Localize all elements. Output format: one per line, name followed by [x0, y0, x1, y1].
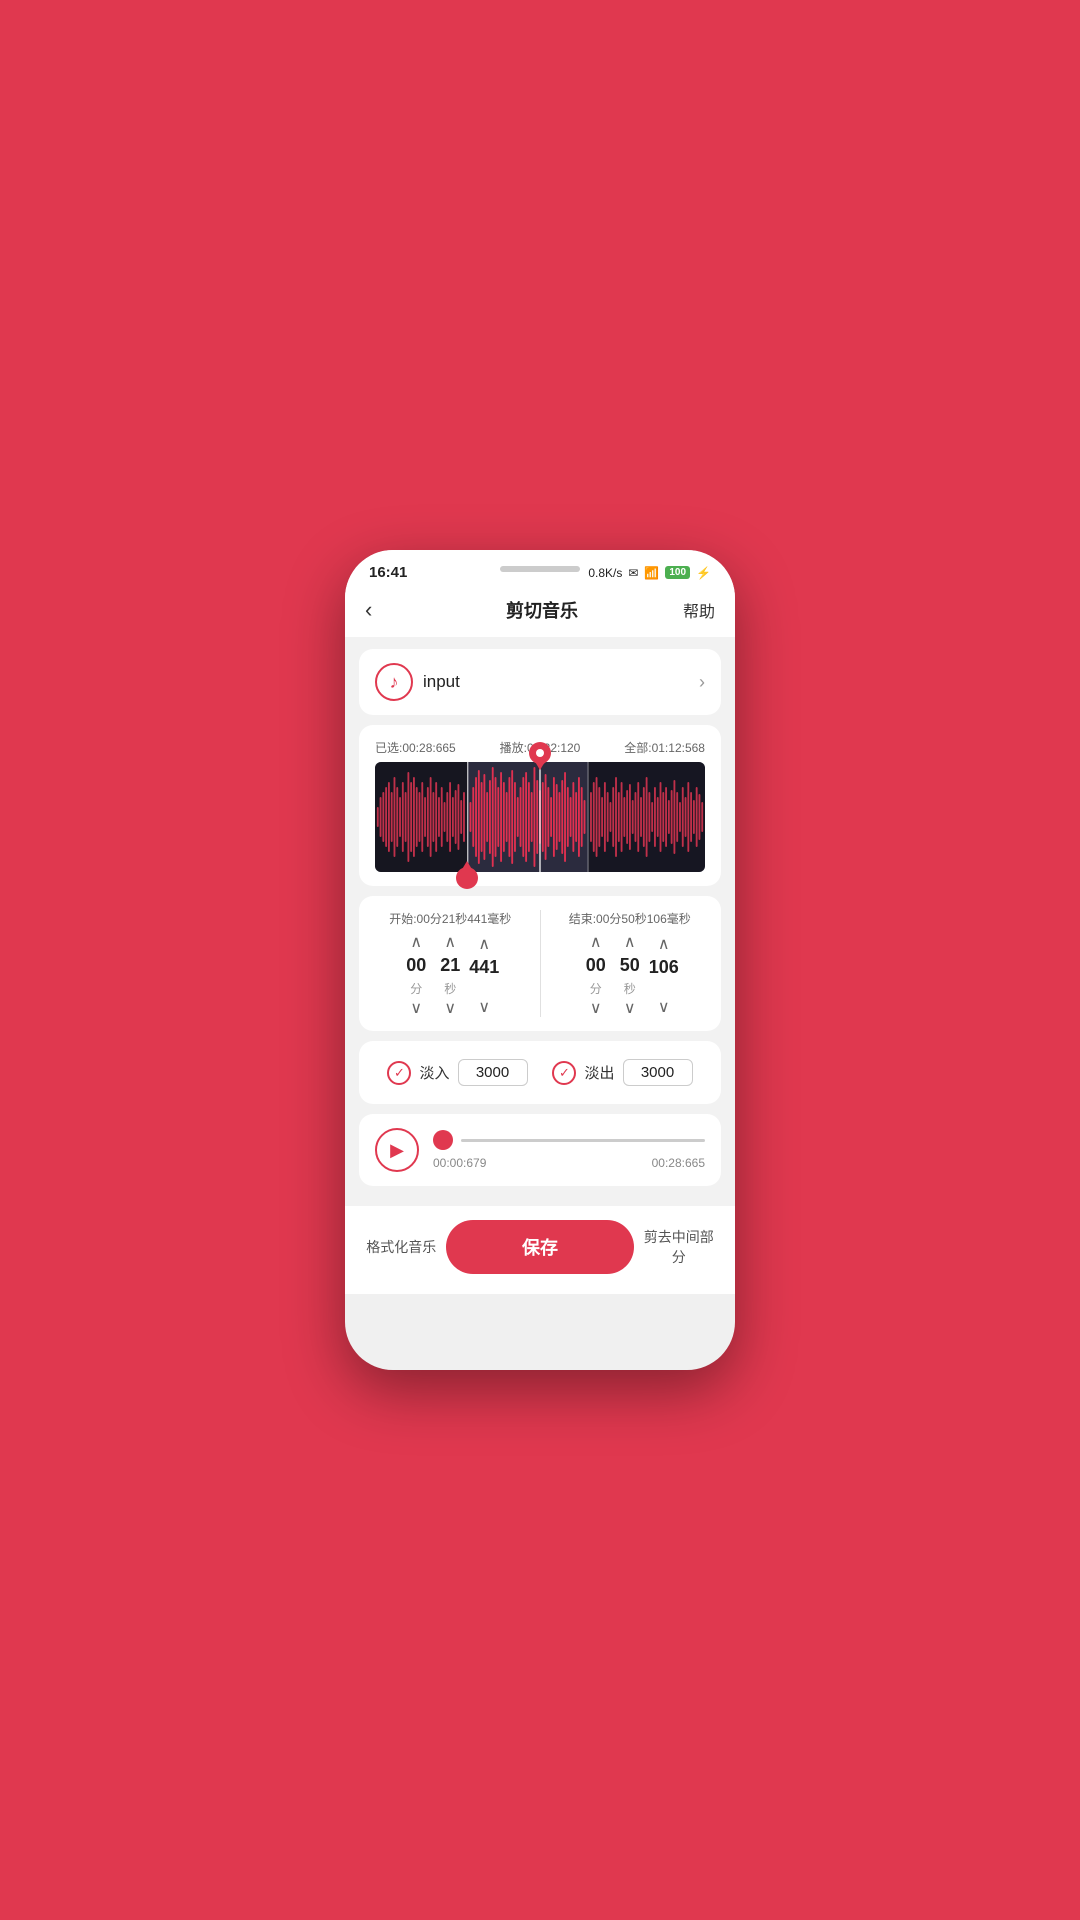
- status-time: 16:41: [369, 564, 407, 581]
- help-button[interactable]: 帮助: [683, 598, 715, 622]
- phone-shell: 16:41 0.8K/s ✉ 📶 100 ⚡ ‹ 剪切音乐 帮助 ♪ input…: [345, 550, 735, 1370]
- fade-in-input[interactable]: [458, 1059, 528, 1086]
- end-ms-label: [662, 982, 665, 996]
- start-time-controls: ∧ 00 分 ∨ ∧ 21 秒 ∨ ∧ 44: [375, 935, 526, 1017]
- file-name: input: [423, 672, 460, 692]
- end-time-section: 结束:00分50秒106毫秒 ∧ 00 分 ∨ ∧ 50 秒 ∨: [555, 910, 706, 1017]
- file-left: ♪ input: [375, 663, 460, 701]
- music-icon: ♪: [375, 663, 413, 701]
- fade-out-check[interactable]: ✓: [552, 1061, 576, 1085]
- end-sec-value: 50: [615, 955, 645, 976]
- time-divider: [540, 910, 541, 1017]
- waveform-svg: [375, 762, 705, 872]
- end-min-label: 分: [590, 980, 602, 997]
- start-sec-value: 21: [435, 955, 465, 976]
- fade-card: ✓ 淡入 ✓ 淡出: [359, 1041, 721, 1104]
- fade-in-item: ✓ 淡入: [387, 1059, 527, 1086]
- end-ms-col: ∧ 106 ∨: [649, 937, 679, 1016]
- end-min-down[interactable]: ∨: [590, 1001, 602, 1017]
- start-sec-down[interactable]: ∨: [444, 1001, 456, 1017]
- end-sec-label: 秒: [624, 980, 636, 997]
- start-ms-up[interactable]: ∧: [478, 937, 490, 953]
- start-sec-col: ∧ 21 秒 ∨: [435, 935, 465, 1017]
- waveform-card: 已选:00:28:665 播放:00:22:120 全部:01:12:568: [359, 725, 721, 886]
- play-icon: ▶: [390, 1140, 404, 1161]
- waveform-container[interactable]: [375, 762, 705, 872]
- end-time-label: 结束:00分50秒106毫秒: [555, 910, 706, 927]
- end-sec-up[interactable]: ∧: [624, 935, 636, 951]
- trim-middle-button[interactable]: 剪去中间部分: [642, 1227, 715, 1267]
- file-row[interactable]: ♪ input ›: [375, 663, 705, 701]
- start-time-section: 开始:00分21秒441毫秒 ∧ 00 分 ∨ ∧ 21 秒 ∨: [375, 910, 526, 1017]
- battery-icon: 100: [665, 566, 690, 579]
- start-ms-down[interactable]: ∨: [478, 1000, 490, 1016]
- start-sec-label: 秒: [444, 980, 456, 997]
- end-min-up[interactable]: ∧: [590, 935, 602, 951]
- slider-row: [433, 1130, 705, 1150]
- page-title: 剪切音乐: [506, 597, 578, 623]
- slider-thumb[interactable]: [433, 1130, 453, 1150]
- player-card: ▶ 00:00:679 00:28:665: [359, 1114, 721, 1186]
- slider-track[interactable]: [461, 1139, 705, 1142]
- current-time: 00:00:679: [433, 1156, 486, 1170]
- end-ms-value: 106: [649, 957, 679, 978]
- save-button[interactable]: 保存: [446, 1220, 635, 1274]
- start-ms-value: 441: [469, 957, 499, 978]
- start-time-label: 开始:00分21秒441毫秒: [375, 910, 526, 927]
- network-speed: 0.8K/s: [588, 566, 622, 580]
- time-editor: 开始:00分21秒441毫秒 ∧ 00 分 ∨ ∧ 21 秒 ∨: [375, 910, 705, 1017]
- chevron-right-icon: ›: [699, 672, 705, 693]
- file-card: ♪ input ›: [359, 649, 721, 715]
- total-time: 全部:01:12:568: [624, 739, 705, 756]
- top-bar: ‹ 剪切音乐 帮助: [345, 587, 735, 637]
- status-right: 0.8K/s ✉ 📶 100 ⚡: [588, 566, 711, 580]
- fade-out-label: 淡出: [584, 1062, 614, 1083]
- slider-times: 00:00:679 00:28:665: [433, 1156, 705, 1170]
- start-ms-label: [483, 982, 486, 996]
- waveform-canvas: [375, 762, 705, 872]
- end-ms-down[interactable]: ∨: [658, 1000, 670, 1016]
- end-min-col: ∧ 00 分 ∨: [581, 935, 611, 1017]
- player-row: ▶ 00:00:679 00:28:665: [375, 1128, 705, 1172]
- start-ms-col: ∧ 441 ∨: [469, 937, 499, 1016]
- content-area: ♪ input › 已选:00:28:665 播放:00:22:120 全部:0…: [345, 637, 735, 1206]
- status-bar: 16:41 0.8K/s ✉ 📶 100 ⚡: [345, 550, 735, 587]
- start-min-label: 分: [410, 980, 422, 997]
- start-min-col: ∧ 00 分 ∨: [401, 935, 431, 1017]
- format-music-button[interactable]: 格式化音乐: [365, 1237, 438, 1257]
- start-min-value: 00: [401, 955, 431, 976]
- start-min-down[interactable]: ∨: [410, 1001, 422, 1017]
- bottom-bar: 格式化音乐 保存 剪去中间部分: [345, 1206, 735, 1294]
- total-duration: 00:28:665: [652, 1156, 705, 1170]
- player-right: 00:00:679 00:28:665: [433, 1130, 705, 1170]
- back-button[interactable]: ‹: [365, 597, 401, 623]
- end-min-value: 00: [581, 955, 611, 976]
- fade-in-label: 淡入: [419, 1062, 449, 1083]
- fade-row: ✓ 淡入 ✓ 淡出: [375, 1055, 705, 1090]
- fade-out-item: ✓ 淡出: [552, 1059, 692, 1086]
- end-time-controls: ∧ 00 分 ∨ ∧ 50 秒 ∨ ∧ 10: [555, 935, 706, 1017]
- fade-out-input[interactable]: [623, 1059, 693, 1086]
- start-sec-up[interactable]: ∧: [444, 935, 456, 951]
- fade-in-check[interactable]: ✓: [387, 1061, 411, 1085]
- end-sec-col: ∧ 50 秒 ∨: [615, 935, 645, 1017]
- end-ms-up[interactable]: ∧: [658, 937, 670, 953]
- top-playhead: [529, 742, 551, 775]
- charging-icon: ⚡: [696, 566, 711, 580]
- time-editor-card: 开始:00分21秒441毫秒 ∧ 00 分 ∨ ∧ 21 秒 ∨: [359, 896, 721, 1031]
- bottom-playhead: [456, 861, 478, 894]
- end-sec-down[interactable]: ∨: [624, 1001, 636, 1017]
- start-min-up[interactable]: ∧: [410, 935, 422, 951]
- play-button[interactable]: ▶: [375, 1128, 419, 1172]
- message-icon: ✉: [628, 566, 638, 580]
- selected-time: 已选:00:28:665: [375, 739, 456, 756]
- wifi-icon: 📶: [644, 566, 659, 580]
